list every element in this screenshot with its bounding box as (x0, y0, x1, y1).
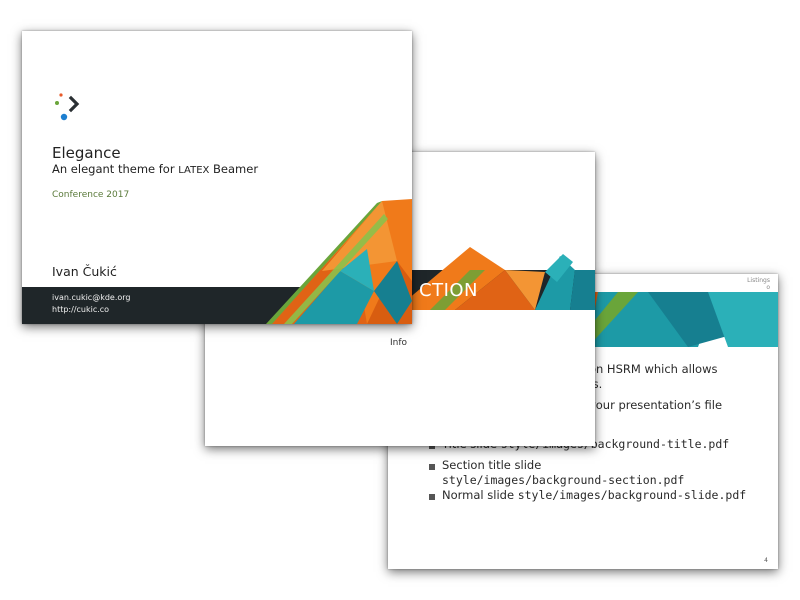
body-text-line-1: d on HSRM which allows (578, 362, 718, 376)
page-number: 4 (764, 557, 768, 564)
list-item-path: style/images/background-slide.pdf (517, 488, 747, 502)
title-decoration (266, 199, 412, 324)
listings-sub-text: o (766, 284, 770, 291)
list-item-label: Normal slide (442, 488, 518, 502)
title-slide[interactable]: Elegance An elegant theme for LATEX Beam… (22, 31, 412, 324)
list-item-path: style/images/background-section.pdf (442, 473, 685, 487)
list-item: Normal slide style/images/background-sli… (442, 488, 746, 502)
info-text: Info (390, 338, 408, 348)
bullet-icon (429, 494, 435, 500)
list-item-label: Section title slide (442, 458, 542, 472)
bullet-icon (429, 464, 435, 470)
body-text-line-3: n your presentation’s file (578, 398, 723, 412)
author-email: ivan.cukic@kde.org (52, 293, 131, 302)
listings-label-text: Listings (747, 277, 770, 284)
author-url: http://cukic.co (52, 305, 110, 314)
listings-label: Listings o (747, 277, 770, 291)
section-title: CTION (419, 280, 479, 301)
